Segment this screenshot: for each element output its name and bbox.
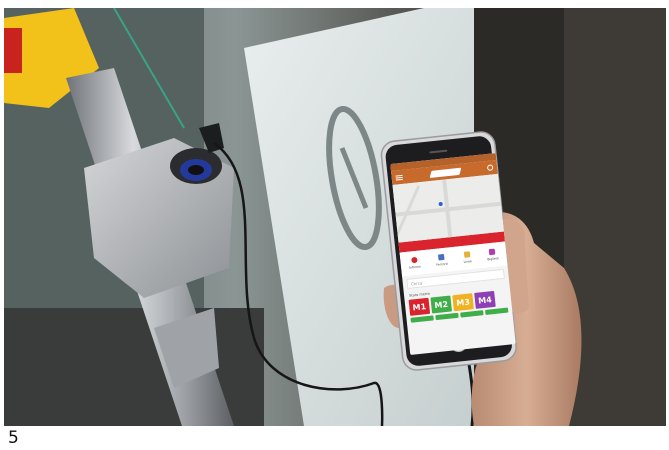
- metro-line-m3[interactable]: M3: [452, 293, 474, 312]
- gear-icon[interactable]: [486, 164, 494, 171]
- metro-line-m2[interactable]: M2: [430, 295, 452, 314]
- search-placeholder: Cerca: [410, 279, 423, 287]
- action-informo[interactable]: Informo: [408, 256, 421, 270]
- action-percorsi[interactable]: Percorsi: [435, 253, 448, 267]
- info-icon: [410, 256, 418, 264]
- app-logo: [429, 167, 461, 178]
- figure-number: 5: [8, 428, 19, 448]
- route-icon: [438, 253, 445, 261]
- action-biglietti[interactable]: Biglietti: [486, 248, 499, 261]
- menu-icon[interactable]: [395, 174, 403, 181]
- map[interactable]: [392, 173, 504, 243]
- action-linee[interactable]: Linee: [463, 251, 472, 264]
- metro-line-m1[interactable]: M1: [408, 297, 431, 316]
- ticket-icon: [489, 248, 496, 256]
- metro-line-m4[interactable]: M4: [474, 290, 496, 309]
- map-pin-icon: [438, 201, 443, 207]
- lines-icon: [463, 251, 471, 258]
- scene: [4, 8, 666, 426]
- photo: Informo Percorsi Linee Biglietti Cerca S…: [4, 8, 666, 426]
- phone-screen: Informo Percorsi Linee Biglietti Cerca S…: [390, 152, 516, 356]
